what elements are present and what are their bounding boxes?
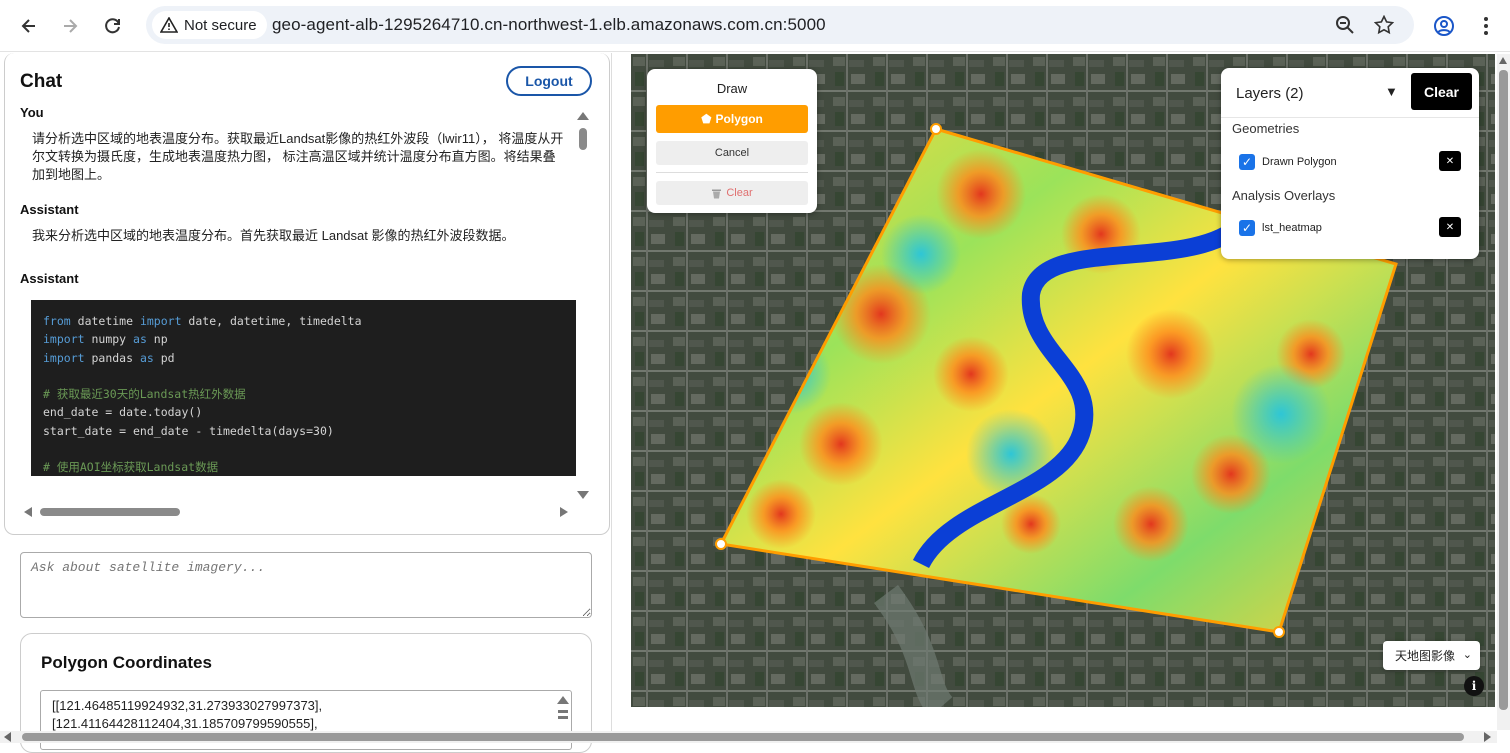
address-bar[interactable]: Not secure geo-agent-alb-1295264710.cn-n… [146, 6, 1414, 44]
map-view[interactable]: Draw ⬟ Polygon Cancel Clear Layers (2) ▼… [631, 54, 1495, 707]
pentagon-icon: ⬟ [701, 112, 712, 126]
chat-vertical-scrollbar[interactable] [577, 110, 589, 502]
scroll-thumb[interactable] [1499, 70, 1508, 710]
zoom-icon[interactable] [1332, 12, 1358, 38]
layer-name: lst_heatmap [1262, 222, 1322, 234]
code-comment: # 使用AOI坐标获取Landsat数据 [43, 460, 219, 475]
cancel-button[interactable]: Cancel [656, 141, 808, 165]
caret-down-icon[interactable]: ▼ [1385, 84, 1398, 99]
layers-clear-button[interactable]: Clear [1411, 73, 1472, 110]
scroll-up-icon[interactable] [557, 696, 569, 704]
page-horizontal-scrollbar[interactable] [0, 731, 1497, 743]
chat-messages[interactable]: You 请分析选中区域的地表温度分布。获取最近Landsat影像的热红外波段（l… [16, 105, 576, 515]
basemap-select[interactable]: 天地图影像 ⌄ [1383, 641, 1480, 670]
code-line: end_date = date.today() [43, 405, 203, 420]
scroll-thumb[interactable] [40, 508, 180, 516]
layer-row-lst-heatmap: ✓ lst_heatmap ✕ [1239, 217, 1461, 237]
scroll-down-icon[interactable] [577, 491, 589, 499]
url-text[interactable]: geo-agent-alb-1295264710.cn-northwest-1.… [272, 15, 826, 35]
layers-header[interactable]: Layers (2) [1236, 85, 1304, 102]
left-panel: Chat Logout You 请分析选中区域的地表温度分布。获取最近Lands… [0, 53, 612, 753]
message-role: Assistant [20, 271, 79, 286]
divider [656, 172, 808, 173]
security-label: Not secure [184, 16, 257, 34]
page-vertical-scrollbar[interactable] [1497, 54, 1510, 730]
scroll-left-icon[interactable] [4, 732, 11, 742]
scroll-up-icon[interactable] [577, 112, 589, 120]
remove-layer-close-icon[interactable]: ✕ [1439, 217, 1461, 237]
scroll-right-icon[interactable] [560, 507, 568, 517]
draw-panel: Draw ⬟ Polygon Cancel Clear [647, 69, 817, 213]
layer-name: Drawn Polygon [1262, 156, 1337, 168]
message-role: Assistant [20, 202, 79, 217]
profile-icon[interactable] [1428, 10, 1460, 42]
scroll-right-icon[interactable] [1484, 732, 1491, 742]
code-line: datetime [77, 314, 140, 328]
scroll-thumb[interactable] [558, 716, 568, 719]
polygon-coordinates-title: Polygon Coordinates [41, 653, 212, 672]
checkbox-checked-icon[interactable]: ✓ [1239, 220, 1255, 236]
back-icon[interactable] [13, 10, 45, 42]
polygon-label: Polygon [715, 112, 763, 126]
chat-input[interactable] [20, 552, 592, 618]
security-chip[interactable]: Not secure [152, 11, 267, 39]
chevron-down-icon: ⌄ [1462, 649, 1472, 661]
scroll-up-icon[interactable] [1499, 57, 1507, 64]
remove-layer-close-icon[interactable]: ✕ [1439, 151, 1461, 171]
code-horizontal-scrollbar[interactable] [22, 505, 574, 517]
code-block: from datetime import date, datetime, tim… [31, 300, 576, 476]
divider [1221, 117, 1479, 118]
scroll-left-icon[interactable] [24, 507, 32, 517]
menu-dots-icon[interactable] [1470, 10, 1502, 42]
message-text: 请分析选中区域的地表温度分布。获取最近Landsat影像的热红外波段（lwir1… [32, 131, 564, 182]
basemap-label: 天地图影像 [1395, 649, 1456, 663]
section-title: Analysis Overlays [1232, 188, 1336, 203]
scroll-thumb[interactable] [22, 733, 1464, 741]
browser-toolbar: Not secure geo-agent-alb-1295264710.cn-n… [0, 0, 1510, 52]
scroll-thumb[interactable] [558, 710, 568, 713]
polygon-tool-button[interactable]: ⬟ Polygon [656, 105, 808, 133]
clear-label: Clear [726, 187, 753, 199]
bookmark-star-icon[interactable] [1371, 12, 1397, 38]
code-comment: # 获取最近30天的Landsat热红外数据 [43, 387, 246, 402]
message-role: You [20, 105, 44, 120]
reload-icon[interactable] [97, 10, 129, 42]
checkbox-checked-icon[interactable]: ✓ [1239, 154, 1255, 170]
scroll-thumb[interactable] [579, 128, 587, 150]
section-title: Geometries [1232, 121, 1300, 136]
info-icon[interactable]: i [1464, 676, 1484, 696]
logout-button[interactable]: Logout [506, 66, 592, 96]
message-text: 我来分析选中区域的地表温度分布。首先获取最近 Landsat 影像的热红外波段数… [32, 228, 515, 243]
trash-icon [712, 189, 722, 198]
chat-title: Chat [20, 71, 63, 92]
layer-row-drawn-polygon: ✓ Drawn Polygon ✕ [1239, 151, 1461, 171]
clear-drawing-button[interactable]: Clear [656, 181, 808, 205]
code-line: start_date = end_date - timedelta(days=3… [43, 423, 334, 438]
draw-title: Draw [716, 81, 748, 96]
warning-icon [160, 17, 178, 33]
forward-icon[interactable] [54, 10, 86, 42]
layers-panel: Layers (2) ▼ Clear Geometries ✓ Drawn Po… [1221, 68, 1479, 259]
